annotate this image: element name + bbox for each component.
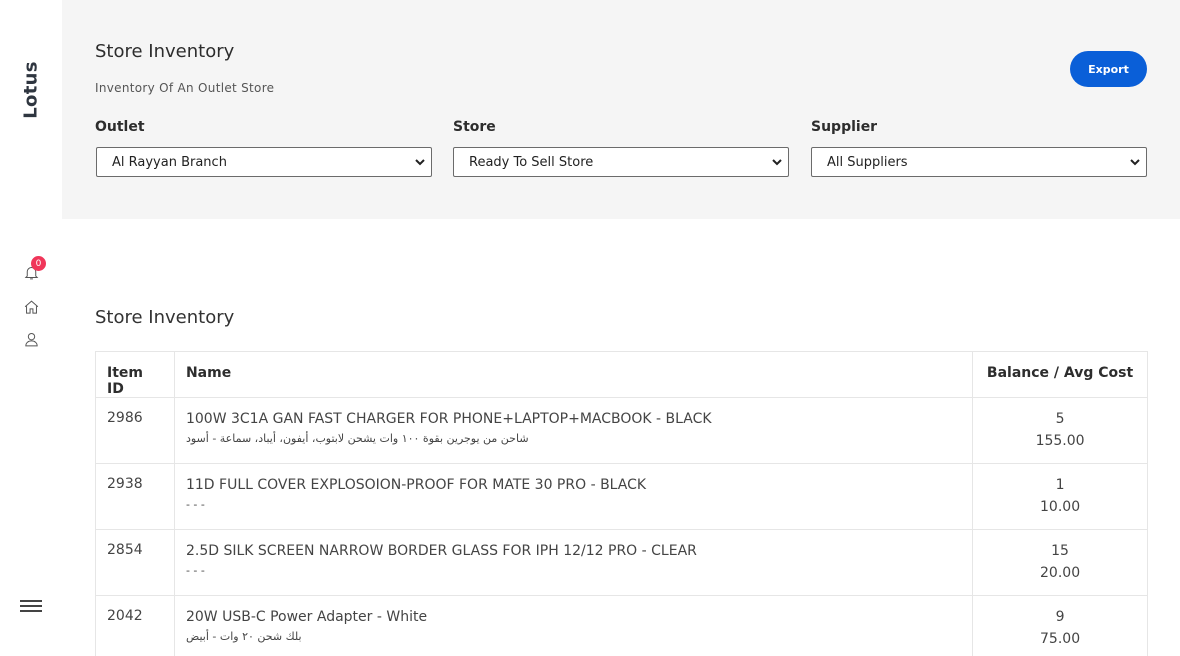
- notification-badge: 0: [31, 256, 46, 271]
- chevron-down-icon: [771, 156, 783, 168]
- avg-cost-value: 10.00: [1040, 499, 1081, 515]
- page-title: Store Inventory: [95, 41, 235, 62]
- table-row[interactable]: 2042 20W USB-C Power Adapter - White بلك…: [95, 595, 1148, 656]
- item-arabic-name: - - -: [185, 564, 205, 577]
- balance-value: 5: [1055, 411, 1065, 427]
- table-row[interactable]: 2854 2.5D SILK SCREEN NARROW BORDER GLAS…: [95, 529, 1148, 596]
- balance-cell: 5 155.00: [972, 397, 1148, 464]
- store-select[interactable]: Ready To Sell Store: [453, 147, 789, 177]
- table-row[interactable]: 2938 11D FULL COVER EXPLOSOION-PROOF FOR…: [95, 463, 1148, 530]
- balance-cell: 1 10.00: [972, 463, 1148, 530]
- item-name: 2.5D SILK SCREEN NARROW BORDER GLASS FOR…: [185, 543, 697, 559]
- column-header-item-id: Item ID: [95, 351, 175, 398]
- item-name: 11D FULL COVER EXPLOSOION-PROOF FOR MATE…: [185, 477, 647, 493]
- avg-cost-value: 155.00: [1035, 433, 1085, 449]
- balance-value: 9: [1055, 609, 1065, 625]
- item-name-cell: 100W 3C1A GAN FAST CHARGER FOR PHONE+LAP…: [173, 397, 974, 464]
- outlet-label: Outlet: [95, 119, 145, 135]
- page-subtitle: Inventory Of An Outlet Store: [95, 81, 275, 95]
- column-header-name: Name: [173, 351, 974, 398]
- outlet-select-value: Al Rayyan Branch: [112, 154, 227, 170]
- section-title: Store Inventory: [95, 307, 235, 328]
- brand-logo: Lotus: [20, 61, 42, 119]
- balance-cell: 9 75.00: [972, 595, 1148, 656]
- item-name-cell: 2.5D SILK SCREEN NARROW BORDER GLASS FOR…: [173, 529, 974, 596]
- item-name: 100W 3C1A GAN FAST CHARGER FOR PHONE+LAP…: [185, 411, 712, 427]
- supplier-select[interactable]: All Suppliers: [811, 147, 1147, 177]
- chevron-down-icon: [414, 156, 426, 168]
- table-row[interactable]: 2986 100W 3C1A GAN FAST CHARGER FOR PHON…: [95, 397, 1148, 464]
- store-select-value: Ready To Sell Store: [469, 154, 594, 170]
- table-header-row: Item ID Name Balance / Avg Cost: [95, 351, 1148, 398]
- inventory-table: Item ID Name Balance / Avg Cost 2986 100…: [95, 351, 1148, 656]
- hamburger-menu-icon[interactable]: [20, 600, 42, 616]
- item-id-cell: 2854: [95, 529, 175, 596]
- item-id-cell: 2042: [95, 595, 175, 656]
- balance-value: 15: [1051, 543, 1069, 559]
- supplier-select-value: All Suppliers: [827, 154, 908, 170]
- outlet-select[interactable]: Al Rayyan Branch: [96, 147, 432, 177]
- item-id-cell: 2986: [95, 397, 175, 464]
- item-arabic-name: بلك شحن ٢٠ وات - أبيض: [185, 630, 302, 643]
- balance-cell: 15 20.00: [972, 529, 1148, 596]
- item-arabic-name: شاحن من يوجرين بقوة ١٠٠ وات يشحن لابتوب،…: [185, 432, 529, 445]
- header-panel: Store Inventory Inventory Of An Outlet S…: [62, 0, 1180, 219]
- column-header-balance: Balance / Avg Cost: [972, 351, 1148, 398]
- home-icon[interactable]: [21, 297, 41, 317]
- item-arabic-name: - - -: [185, 498, 205, 511]
- item-name-cell: 11D FULL COVER EXPLOSOION-PROOF FOR MATE…: [173, 463, 974, 530]
- avg-cost-value: 20.00: [1040, 565, 1081, 581]
- sidebar: Lotus 0: [0, 0, 62, 656]
- item-name-cell: 20W USB-C Power Adapter - White بلك شحن …: [173, 595, 974, 656]
- avg-cost-value: 75.00: [1040, 631, 1081, 647]
- user-icon[interactable]: [21, 329, 41, 349]
- export-button[interactable]: Export: [1070, 51, 1147, 87]
- chevron-down-icon: [1129, 156, 1141, 168]
- balance-value: 1: [1055, 477, 1065, 493]
- item-id-cell: 2938: [95, 463, 175, 530]
- item-name: 20W USB-C Power Adapter - White: [185, 609, 428, 625]
- supplier-label: Supplier: [811, 119, 878, 135]
- store-label: Store: [453, 119, 496, 135]
